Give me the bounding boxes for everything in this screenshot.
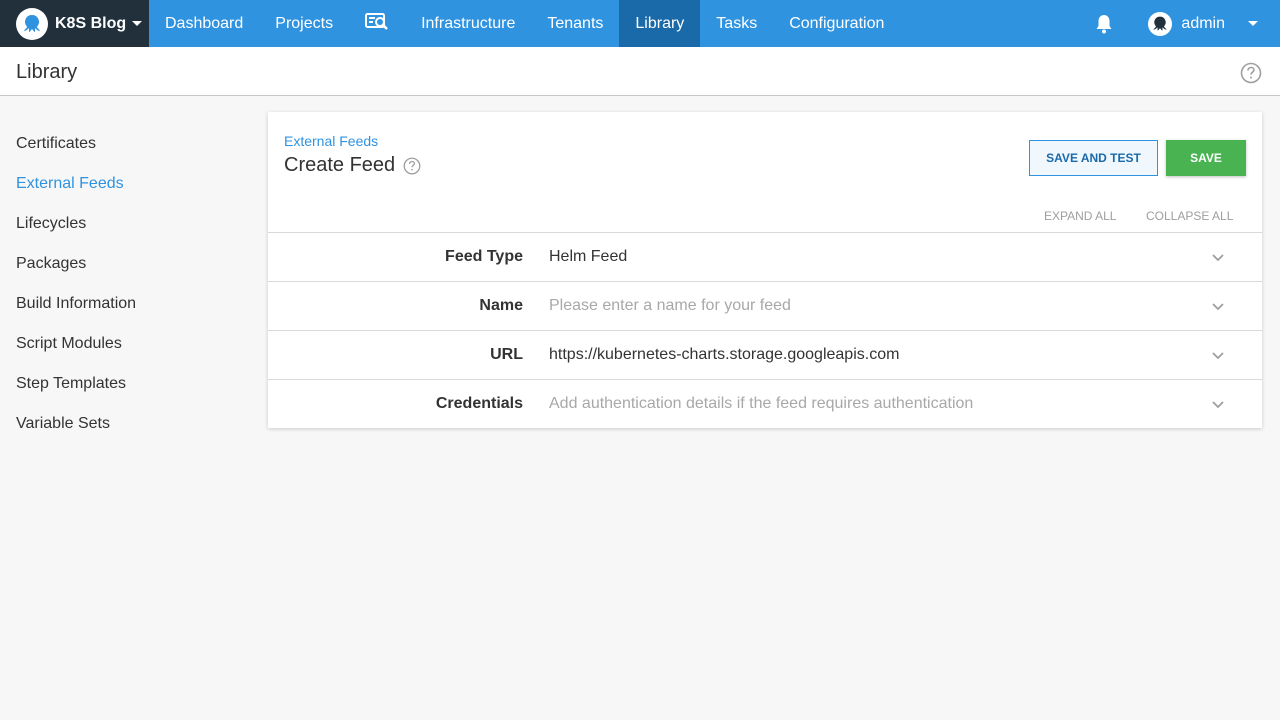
help-icon[interactable] — [1240, 62, 1262, 84]
page-title: Library — [16, 61, 78, 83]
user-menu[interactable]: admin — [1148, 11, 1258, 36]
section-label: Credentials — [435, 395, 523, 412]
section-summary: Add authentication details if the feed r… — [549, 395, 974, 412]
nav-tenants[interactable]: Tenants — [531, 0, 619, 47]
username: admin — [1181, 14, 1225, 32]
chevron-down-icon[interactable] — [1211, 250, 1225, 264]
chevron-down-icon — [1248, 21, 1258, 26]
nav-projects[interactable]: Projects — [259, 0, 349, 47]
nav-right: admin — [1094, 0, 1280, 47]
search-card-icon — [365, 12, 389, 35]
expand-all-link[interactable]: EXPAND ALL — [1044, 209, 1116, 223]
create-feed-card: External Feeds Create Feed SAVE AND TEST… — [268, 112, 1262, 428]
section-label: Name — [479, 297, 523, 314]
section-label: URL — [490, 346, 523, 363]
card-title: Create Feed — [284, 154, 421, 177]
nav-configuration[interactable]: Configuration — [773, 0, 900, 47]
sidebar-item-external-feeds[interactable]: External Feeds — [0, 164, 250, 204]
sidebar-item-build-information[interactable]: Build Information — [0, 284, 250, 324]
nav-infrastructure[interactable]: Infrastructure — [405, 0, 531, 47]
octopus-logo-icon — [16, 7, 48, 40]
section-summary: https://kubernetes-charts.storage.google… — [549, 346, 900, 363]
save-button[interactable]: SAVE — [1166, 140, 1246, 176]
sidebar-item-packages[interactable]: Packages — [0, 244, 250, 284]
section-name[interactable]: Name Please enter a name for your feed — [268, 281, 1262, 330]
bell-icon[interactable] — [1094, 14, 1114, 34]
sidebar-item-lifecycles[interactable]: Lifecycles — [0, 204, 250, 244]
section-label: Feed Type — [445, 248, 523, 265]
section-credentials[interactable]: Credentials Add authentication details i… — [268, 379, 1262, 428]
chevron-down-icon[interactable] — [1211, 299, 1225, 313]
sidebar-item-certificates[interactable]: Certificates — [0, 124, 250, 164]
space-name: K8S Blog — [55, 14, 127, 32]
save-and-test-button[interactable]: SAVE AND TEST — [1029, 140, 1158, 176]
section-url[interactable]: URL https://kubernetes-charts.storage.go… — [268, 330, 1262, 379]
nav-dashboard[interactable]: Dashboard — [149, 0, 259, 47]
collapse-all-link[interactable]: COLLAPSE ALL — [1146, 209, 1233, 223]
nav-library[interactable]: Library — [619, 0, 701, 47]
sidebar: Certificates External Feeds Lifecycles P… — [0, 124, 250, 444]
avatar — [1148, 11, 1173, 36]
help-icon[interactable] — [403, 157, 421, 175]
chevron-down-icon[interactable] — [1211, 348, 1225, 362]
top-nav: K8S Blog Dashboard Projects Infrastructu… — [0, 0, 1280, 47]
chevron-down-icon[interactable] — [1211, 397, 1225, 411]
page-header: Library — [0, 47, 1280, 96]
sidebar-item-script-modules[interactable]: Script Modules — [0, 324, 250, 364]
nav-search[interactable] — [349, 0, 405, 47]
form-sections: Feed Type Helm Feed Name Please enter a … — [268, 232, 1262, 428]
space-switcher[interactable]: K8S Blog — [0, 0, 149, 47]
breadcrumb[interactable]: External Feeds — [284, 133, 378, 149]
section-summary: Helm Feed — [549, 248, 628, 265]
card-title-text: Create Feed — [284, 154, 396, 176]
section-summary: Please enter a name for your feed — [549, 297, 791, 314]
sidebar-item-step-templates[interactable]: Step Templates — [0, 364, 250, 404]
chevron-down-icon — [132, 21, 143, 26]
section-feed-type[interactable]: Feed Type Helm Feed — [268, 232, 1262, 281]
nav-tasks[interactable]: Tasks — [700, 0, 773, 47]
sidebar-item-variable-sets[interactable]: Variable Sets — [0, 404, 250, 444]
